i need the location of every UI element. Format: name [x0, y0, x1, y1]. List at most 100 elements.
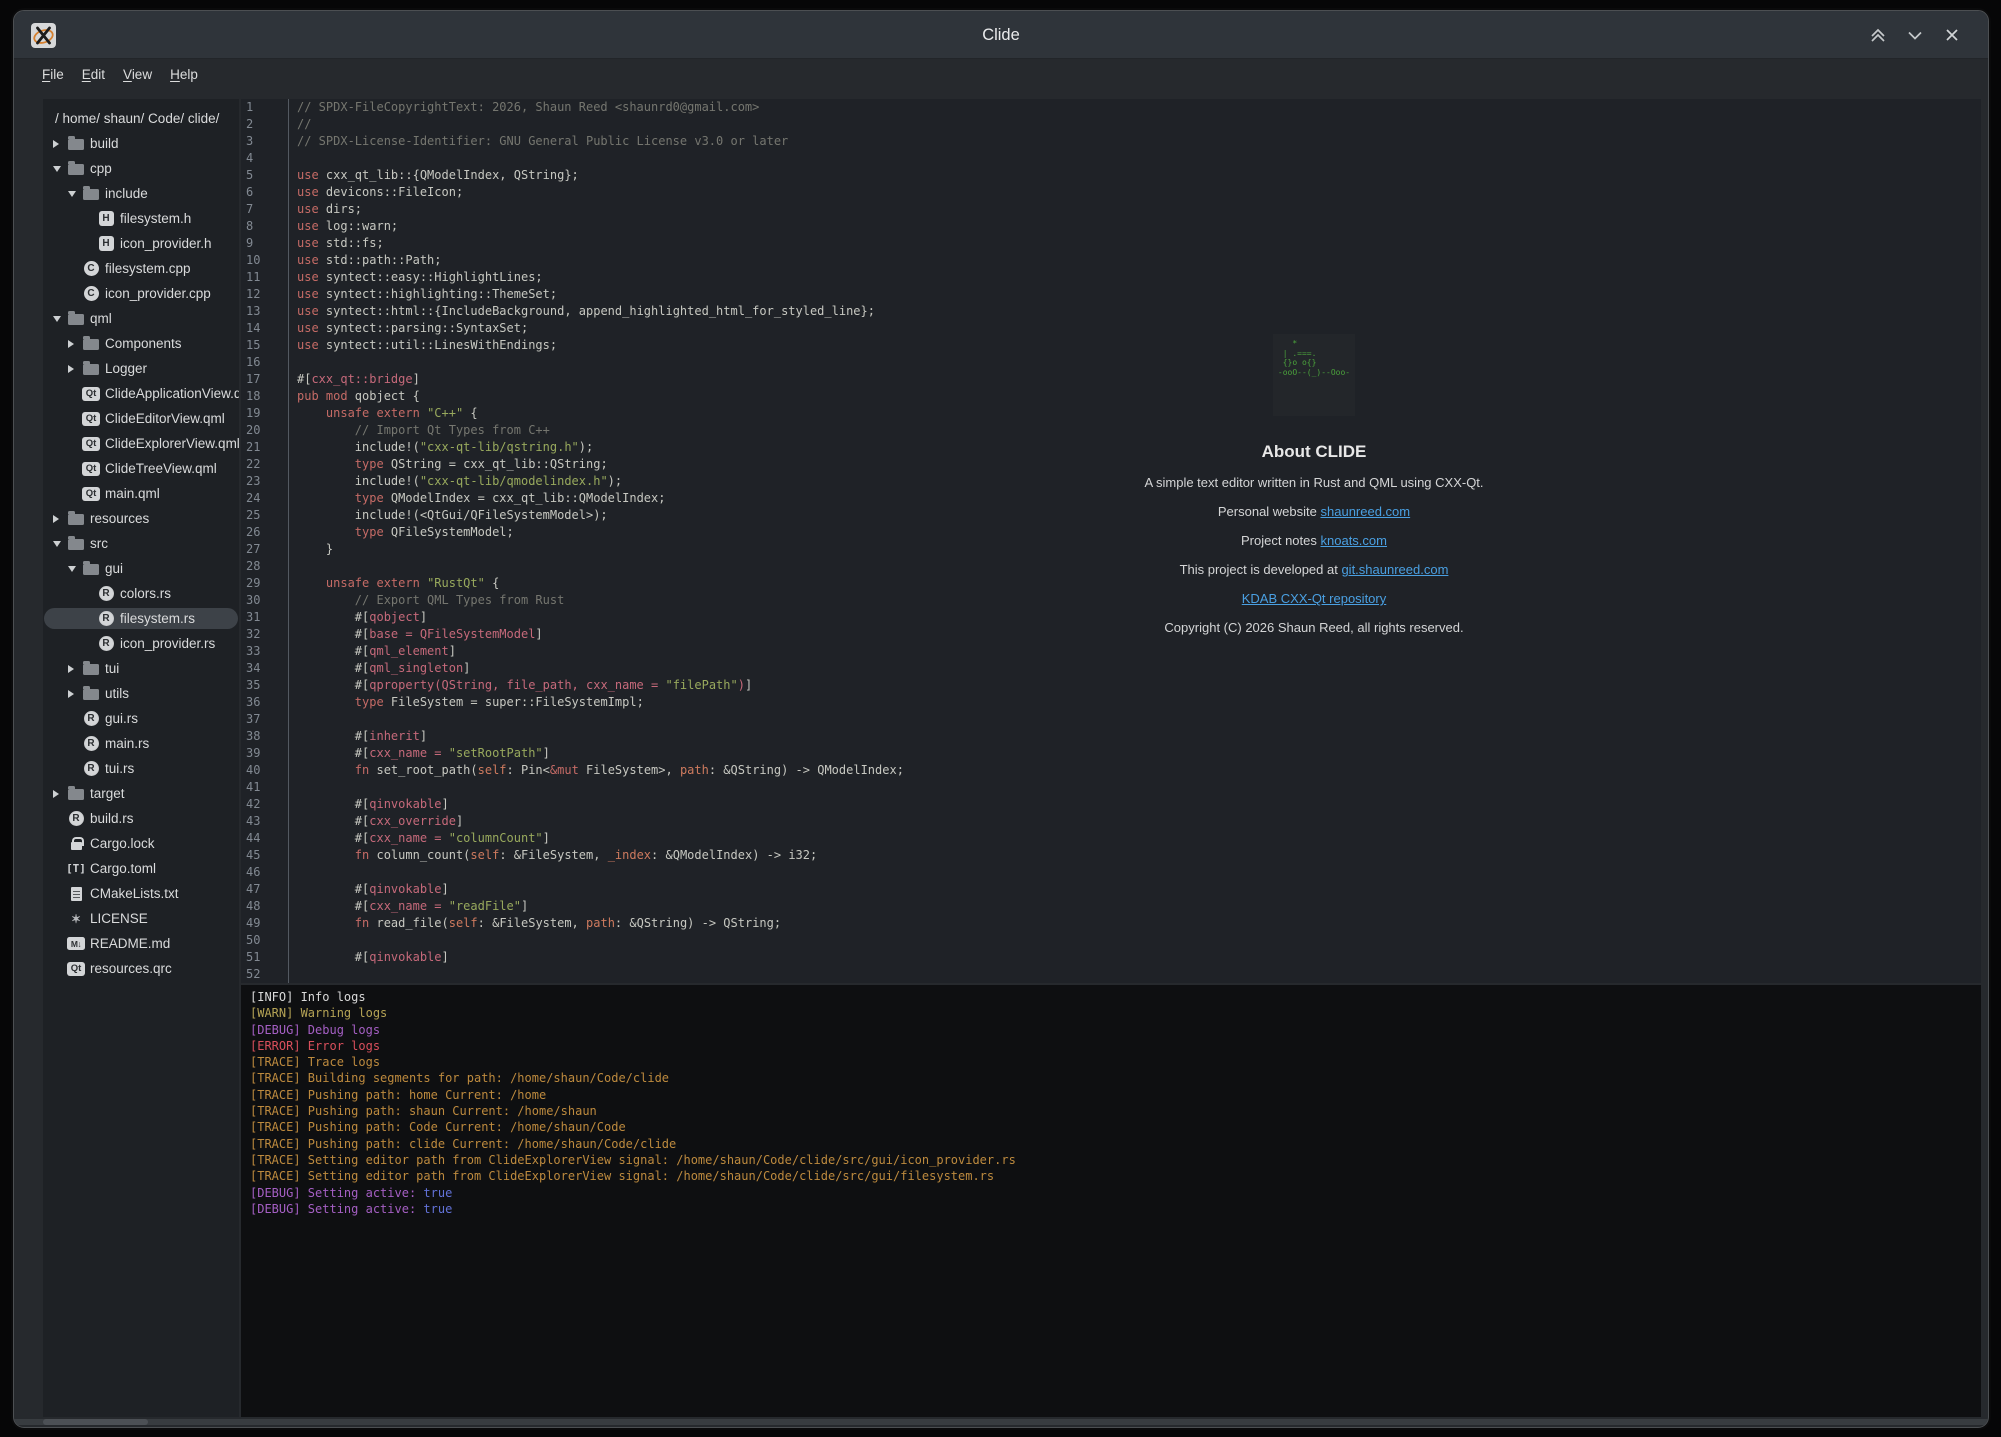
tree-item-label: cpp	[90, 161, 112, 176]
tree-file-cmakelists-txt[interactable]: CMakeLists.txt	[43, 881, 239, 906]
about-title: About CLIDE	[1064, 441, 1564, 463]
code-line-7: 7use dirs;	[241, 201, 1981, 218]
tree-folder-target[interactable]: target	[43, 781, 239, 806]
folder-icon	[68, 539, 84, 550]
tree-file-build-rs[interactable]: Rbuild.rs	[43, 806, 239, 831]
tree-item-label: resources.qrc	[90, 961, 172, 976]
tree-item-label: utils	[105, 686, 129, 701]
rs-file-icon: R	[84, 711, 99, 726]
chevron-right-icon[interactable]	[68, 365, 74, 373]
code-line-13: 13use syntect::html::{IncludeBackground,…	[241, 303, 1981, 320]
tree-file-icon-provider-cpp[interactable]: Cicon_provider.cpp	[43, 281, 239, 306]
code-line-38: 38 #[inherit]	[241, 728, 1981, 745]
tree-file-icon-provider-h[interactable]: Hicon_provider.h	[43, 231, 239, 256]
minimize-button[interactable]	[1903, 23, 1927, 47]
tree-file-clideexplorerview-qml[interactable]: QtClideExplorerView.qml	[43, 431, 239, 456]
code-line-43: 43 #[cxx_override]	[241, 813, 1981, 830]
tree-folder-gui[interactable]: gui	[43, 556, 239, 581]
code-line-3: 3// SPDX-License-Identifier: GNU General…	[241, 133, 1981, 150]
scrollbar-thumb[interactable]	[43, 1419, 148, 1425]
line-number: 28	[241, 558, 288, 575]
rs-file-icon: R	[99, 586, 114, 601]
chevron-right-icon[interactable]	[68, 340, 74, 348]
code-line-52: 52	[241, 966, 1981, 983]
log-line: [TRACE] Setting editor path from ClideEx…	[250, 1152, 1981, 1168]
link-kdab-cxx-qt-repository[interactable]: KDAB CXX-Qt repository	[1242, 591, 1387, 606]
menu-item-file[interactable]: File	[40, 65, 66, 84]
tree-file-cargo-lock[interactable]: Cargo.lock	[43, 831, 239, 856]
tree-folder-resources[interactable]: resources	[43, 506, 239, 531]
tree-folder-build[interactable]: build	[43, 131, 239, 156]
file-tree-panel[interactable]: / home/ shaun/ Code/ clide/build cpp inclu…	[43, 99, 239, 1417]
about-panel: * | .===. {}o o{} -ooO--(_)--Ooo- About …	[1064, 334, 1564, 642]
close-button[interactable]	[1940, 23, 1964, 47]
line-number: 30	[241, 592, 288, 609]
line-number: 51	[241, 949, 288, 966]
tree-folder-utils[interactable]: utils	[43, 681, 239, 706]
folder-icon	[83, 664, 99, 675]
code-line-8: 8use log::warn;	[241, 218, 1981, 235]
line-number: 7	[241, 201, 288, 218]
tree-file-tui-rs[interactable]: Rtui.rs	[43, 756, 239, 781]
tree-file-clideapplicationview-qml[interactable]: QtClideApplicationView.qml	[43, 381, 239, 406]
tree-file-clidetreeview-qml[interactable]: QtClideTreeView.qml	[43, 456, 239, 481]
tree-item-label: tui.rs	[105, 761, 134, 776]
code-line-47: 47 #[qinvokable]	[241, 881, 1981, 898]
link-knoats-com[interactable]: knoats.com	[1321, 533, 1387, 548]
link-shaunreed-com[interactable]: shaunreed.com	[1321, 504, 1411, 519]
chevron-down-icon[interactable]	[53, 316, 61, 322]
tree-file-icon-provider-rs[interactable]: Ricon_provider.rs	[43, 631, 239, 656]
tree-folder-include[interactable]: include	[43, 181, 239, 206]
chevron-down-icon[interactable]	[68, 566, 76, 572]
line-number: 39	[241, 745, 288, 762]
tree-file-colors-rs[interactable]: Rcolors.rs	[43, 581, 239, 606]
tree-item-label: target	[90, 786, 125, 801]
tree-folder-tui[interactable]: tui	[43, 656, 239, 681]
tree-folder-qml[interactable]: qml	[43, 306, 239, 331]
tree-file-filesystem-h[interactable]: Hfilesystem.h	[43, 206, 239, 231]
window-title: Clide	[14, 11, 1988, 59]
folder-icon	[68, 314, 84, 325]
tree-folder-logger[interactable]: Logger	[43, 356, 239, 381]
tree-folder-cpp[interactable]: cpp	[43, 156, 239, 181]
maximize-button[interactable]	[1866, 23, 1890, 47]
tree-file-clideeditorview-qml[interactable]: QtClideEditorView.qml	[43, 406, 239, 431]
about-line: This project is developed at git.shaunre…	[1064, 555, 1564, 584]
chevron-down-icon[interactable]	[68, 191, 76, 197]
log-line: [TRACE] Pushing path: clide Current: /ho…	[250, 1136, 1981, 1152]
code-editor[interactable]: 1// SPDX-FileCopyrightText: 2026, Shaun …	[241, 99, 1981, 983]
chevron-right-icon[interactable]	[53, 140, 59, 148]
menu-item-help[interactable]: Help	[168, 65, 200, 84]
menu-bar: File Edit View Help	[14, 59, 1988, 89]
code-line-6: 6use devicons::FileIcon;	[241, 184, 1981, 201]
tree-file-gui-rs[interactable]: Rgui.rs	[43, 706, 239, 731]
tree-file-resources-qrc[interactable]: Qtresources.qrc	[43, 956, 239, 981]
tree-root[interactable]: / home/ shaun/ Code/ clide/	[43, 106, 239, 131]
log-panel[interactable]: [INFO] Info logs[WARN] Warning logs[DEBU…	[241, 985, 1981, 1417]
line-number: 18	[241, 388, 288, 405]
menu-item-view[interactable]: View	[121, 65, 154, 84]
line-number: 41	[241, 779, 288, 796]
tree-file-license[interactable]: ✶LICENSE	[43, 906, 239, 931]
tree-file-filesystem-rs[interactable]: Rfilesystem.rs	[43, 606, 239, 631]
chevron-down-icon[interactable]	[53, 541, 61, 547]
menu-item-edit[interactable]: Edit	[80, 65, 107, 84]
tree-folder-components[interactable]: Components	[43, 331, 239, 356]
chevron-right-icon[interactable]	[53, 790, 59, 798]
chevron-down-icon[interactable]	[53, 166, 61, 172]
horizontal-scrollbar[interactable]	[14, 1419, 1988, 1425]
tree-file-main-qml[interactable]: Qtmain.qml	[43, 481, 239, 506]
tree-item-label: resources	[90, 511, 149, 526]
tree-file-main-rs[interactable]: Rmain.rs	[43, 731, 239, 756]
tree-item-label: Cargo.toml	[90, 861, 156, 876]
tree-folder-src[interactable]: src	[43, 531, 239, 556]
tree-file-cargo-toml[interactable]: [T]Cargo.toml	[43, 856, 239, 881]
tree-file-readme-md[interactable]: M↓README.md	[43, 931, 239, 956]
tree-item-label: tui	[105, 661, 119, 676]
title-bar[interactable]: Clide	[14, 11, 1988, 59]
chevron-right-icon[interactable]	[68, 690, 74, 698]
chevron-right-icon[interactable]	[68, 665, 74, 673]
tree-file-filesystem-cpp[interactable]: Cfilesystem.cpp	[43, 256, 239, 281]
link-git-shaunreed-com[interactable]: git.shaunreed.com	[1341, 562, 1448, 577]
chevron-right-icon[interactable]	[53, 515, 59, 523]
